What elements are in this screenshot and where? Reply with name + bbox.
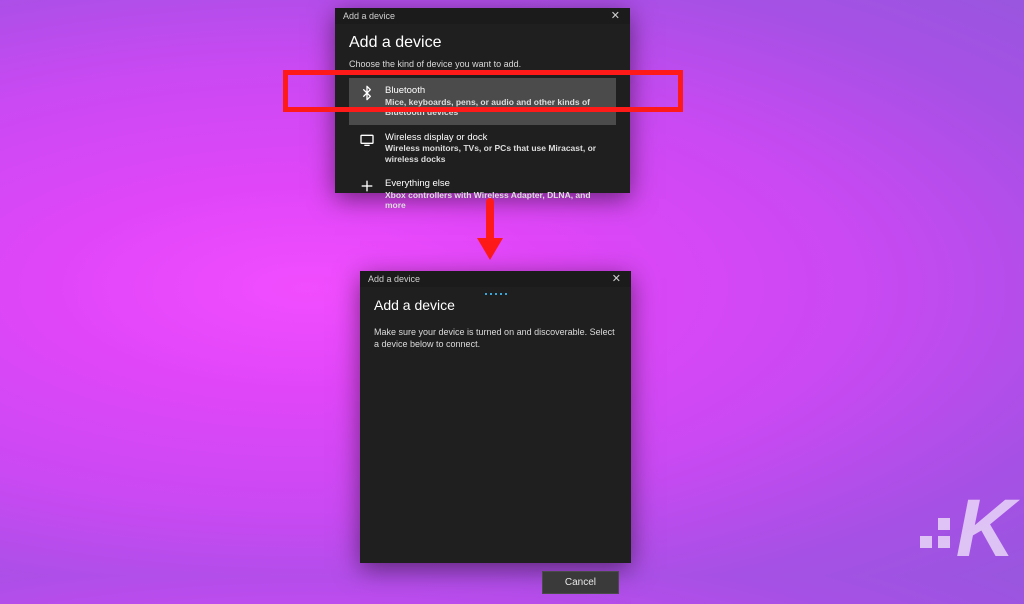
titlebar: Add a device ✕ [335, 8, 630, 24]
option-wireless-display[interactable]: Wireless display or dock Wireless monito… [349, 125, 616, 172]
add-device-dialog-step2: Add a device ✕ Add a device Make sure yo… [360, 271, 631, 563]
close-icon[interactable]: ✕ [607, 10, 624, 23]
dialog-heading: Add a device [374, 297, 617, 313]
dialog-instructions: Make sure your device is turned on and d… [374, 326, 617, 350]
dialog-heading: Add a device [349, 34, 616, 52]
watermark-letter: K [956, 488, 1012, 570]
watermark-logo: K [920, 488, 1012, 570]
add-device-dialog-step1: Add a device ✕ Add a device Choose the k… [335, 8, 630, 193]
dialog-subheading: Choose the kind of device you want to ad… [349, 58, 616, 70]
option-desc: Xbox controllers with Wireless Adapter, … [385, 190, 606, 211]
cancel-button[interactable]: Cancel [542, 571, 619, 594]
option-title: Bluetooth [385, 85, 606, 96]
close-icon[interactable]: ✕ [608, 273, 625, 286]
option-title: Wireless display or dock [385, 132, 606, 143]
titlebar-text: Add a device [343, 11, 395, 21]
option-desc: Wireless monitors, TVs, or PCs that use … [385, 143, 606, 164]
option-title: Everything else [385, 178, 606, 189]
bluetooth-icon [359, 85, 375, 101]
device-options-list: Bluetooth Mice, keyboards, pens, or audi… [349, 78, 616, 218]
plus-icon [359, 178, 375, 194]
option-bluetooth[interactable]: Bluetooth Mice, keyboards, pens, or audi… [349, 78, 616, 125]
titlebar: Add a device ✕ [360, 271, 631, 287]
option-desc: Mice, keyboards, pens, or audio and othe… [385, 97, 606, 118]
option-everything-else[interactable]: Everything else Xbox controllers with Wi… [349, 171, 616, 218]
loading-dots [485, 293, 507, 295]
titlebar-text: Add a device [368, 274, 420, 284]
wireless-display-icon [359, 132, 375, 148]
